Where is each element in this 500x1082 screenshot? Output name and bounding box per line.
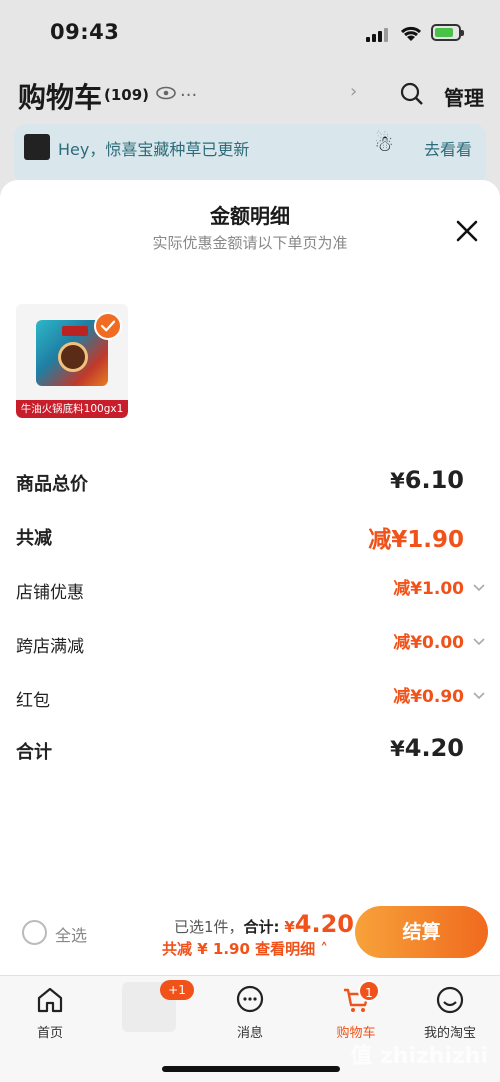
tab-profile[interactable]: 我的淘宝 (410, 984, 490, 1041)
amount-detail-sheet: 金额明细 实际优惠金额请以下单页为准 牛油火锅底料100gx1 商品总价 ¥6.… (0, 180, 500, 975)
search-icon[interactable] (400, 82, 424, 106)
home-indicator (162, 1066, 340, 1072)
manage-button[interactable]: 管理 (444, 82, 484, 111)
row-cross-store[interactable]: 跨店满减 减¥0.00 (16, 626, 486, 666)
page-title: 购物车 (18, 81, 103, 114)
battery-icon (431, 24, 464, 41)
row-shop-coupon[interactable]: 店铺优惠 减¥1.00 (16, 572, 486, 612)
row-amount: ¥4.20 (390, 734, 464, 762)
row-grand-total: 合计 ¥4.20 (16, 732, 486, 772)
signal-icon (366, 26, 390, 42)
chevron-down-icon[interactable] (472, 688, 486, 702)
row-label: 合计 (16, 742, 52, 763)
eye-icon[interactable] (156, 86, 176, 100)
chevron-down-icon[interactable] (472, 634, 486, 648)
row-label: 红包 (16, 691, 50, 711)
promo-banner[interactable]: Hey，惊喜宝藏种草已更新 ☃ 去看看 (14, 124, 486, 184)
row-goods-total: 商品总价 ¥6.10 (16, 464, 486, 504)
view-detail-link[interactable]: 查看明细 ˄ (255, 940, 328, 958)
row-label: 店铺优惠 (16, 583, 84, 603)
cart-add-badge: +1 (160, 980, 194, 1000)
banner-link[interactable]: 去看看 (424, 136, 472, 160)
home-icon (37, 987, 63, 1013)
select-all-radio[interactable] (22, 920, 47, 945)
checkout-button[interactable]: 结算 (355, 906, 488, 958)
status-time: 09:43 (50, 20, 120, 44)
cart-page-background: 09:43 购物车 (109) ... › 管理 Hey，惊喜宝藏种草已更新 ☃… (0, 0, 500, 200)
product-label: 牛油火锅底料100gx1 (16, 400, 128, 418)
selected-summary: 已选1件，合计: ¥4.20 (174, 910, 354, 938)
row-label: 商品总价 (16, 474, 88, 495)
row-red-packet[interactable]: 红包 减¥0.90 (16, 680, 486, 720)
chevron-up-icon: ˄ (320, 940, 328, 958)
cart-count-badge: 1 (358, 980, 380, 1002)
row-label: 共减 (16, 528, 52, 549)
wifi-icon (400, 26, 422, 41)
tab-cart[interactable]: 购物车 (316, 984, 396, 1041)
select-all-label[interactable]: 全选 (55, 922, 87, 946)
avatar (24, 134, 50, 160)
row-total-discount: 共减 减¥1.90 (16, 518, 486, 558)
cart-count: (109) (104, 86, 150, 104)
status-bar: 09:43 (0, 18, 500, 50)
watermark-logo: 值 zhizhizhi (350, 1044, 488, 1069)
message-icon (236, 985, 264, 1013)
row-amount: 减¥1.90 (368, 527, 464, 553)
row-amount: ¥6.10 (390, 466, 464, 494)
sheet-title: 金额明细 (210, 204, 290, 228)
checkmark-icon (94, 312, 122, 340)
sheet-subtitle: 实际优惠金额请以下单页为准 (152, 234, 348, 252)
chevron-right-icon: › (350, 81, 358, 102)
snowman-icon: ☃ (374, 132, 394, 157)
row-amount: 减¥1.00 (393, 579, 464, 599)
close-icon[interactable] (454, 218, 480, 244)
row-amount: 减¥0.00 (393, 633, 464, 653)
profile-icon (436, 986, 464, 1014)
checkout-bar: 全选 已选1件，合计: ¥4.20 共减 ¥ 1.90 查看明细 ˄ 结算 (0, 900, 500, 972)
address-ellipsis: ... (180, 80, 198, 101)
cart-header: 购物车 (109) ... › 管理 (18, 76, 484, 116)
row-label: 跨店满减 (16, 637, 84, 657)
chevron-down-icon[interactable] (472, 580, 486, 594)
row-amount: 减¥0.90 (393, 687, 464, 707)
tab-home[interactable]: 首页 (10, 984, 90, 1041)
tab-messages[interactable]: 消息 (210, 984, 290, 1041)
banner-text: Hey，惊喜宝藏种草已更新 (58, 140, 250, 159)
product-thumbnail[interactable]: 牛油火锅底料100gx1 (16, 304, 128, 418)
tab-bar: 首页 +1 消息 购物车 1 我的淘宝 值 zhizhizhi (0, 975, 500, 1082)
discount-summary: 共减 ¥ 1.90 查看明细 ˄ (162, 940, 328, 958)
